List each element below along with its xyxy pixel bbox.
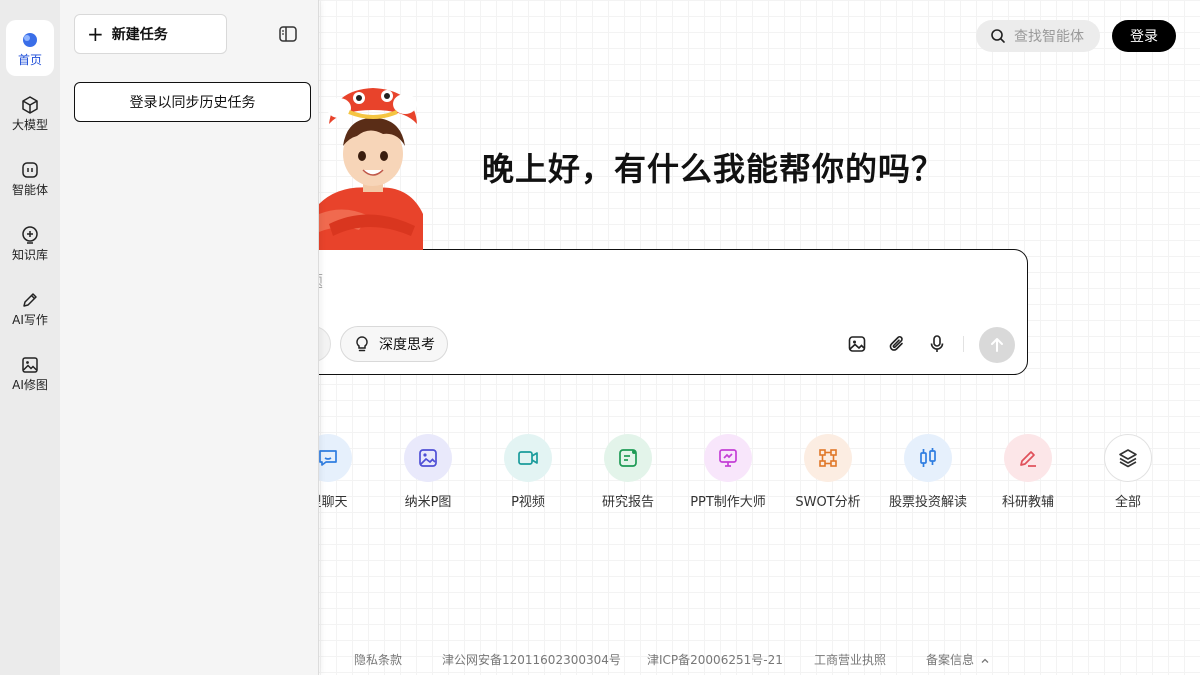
deep-think-label: 深度思考 bbox=[379, 337, 435, 353]
login-button[interactable]: 登录 bbox=[1112, 20, 1176, 52]
shortcut-research-pen[interactable]: 科研教辅 bbox=[978, 434, 1078, 510]
shortcut-icon-circle bbox=[604, 434, 652, 482]
footer-link[interactable]: 津公网安备12011602300304号 bbox=[442, 651, 621, 668]
footer-link[interactable]: 津ICP备20006251号-21 bbox=[647, 651, 783, 668]
photo-edit-icon bbox=[419, 449, 437, 467]
greeting-title: 晚上好，有什么我能帮你的吗？ bbox=[482, 150, 945, 188]
rail-item-home[interactable]: 首页 bbox=[6, 20, 54, 76]
agent-icon bbox=[22, 161, 38, 178]
shortcut-icon-circle bbox=[1104, 434, 1152, 482]
shortcut-label: 研究报告 bbox=[601, 495, 654, 510]
rail-item-knowledge[interactable]: 知识库 bbox=[6, 215, 54, 271]
shortcut-label: 股票投资解读 bbox=[888, 495, 967, 510]
rail-item-label: 知识库 bbox=[11, 247, 48, 262]
shortcut-label: P视频 bbox=[511, 495, 545, 510]
deep-think-button[interactable]: 深度思考 bbox=[340, 326, 448, 362]
rail-item-models[interactable]: 大模型 bbox=[6, 85, 54, 141]
stock-icon bbox=[920, 448, 936, 467]
search-placeholder: 查找智能体 bbox=[1014, 29, 1084, 45]
shortcut-ppt[interactable]: PPT制作大师 bbox=[678, 434, 778, 510]
footer-link-label: 隐私条款 bbox=[354, 653, 403, 667]
image-upload-icon[interactable] bbox=[847, 334, 867, 354]
paperclip-icon[interactable] bbox=[887, 334, 907, 354]
rail-item-label: 大模型 bbox=[11, 117, 48, 132]
footer-link-label: 备案信息 bbox=[926, 653, 975, 667]
rail-item-label: 智能体 bbox=[11, 182, 48, 197]
shortcut-label: SWOT分析 bbox=[795, 495, 861, 510]
rail-item-label: AI写作 bbox=[12, 312, 48, 327]
chevron-up-icon bbox=[974, 653, 990, 667]
layers-icon bbox=[1119, 449, 1137, 468]
microphone-icon[interactable] bbox=[927, 334, 947, 354]
plus-icon: + bbox=[87, 22, 104, 46]
shortcut-stock[interactable]: 股票投资解读 bbox=[878, 434, 978, 510]
send-button[interactable] bbox=[979, 327, 1015, 363]
shortcut-label: PPT制作大师 bbox=[690, 495, 766, 510]
footer-link-label: 津公网安备12011602300304号 bbox=[442, 653, 621, 667]
home-icon bbox=[23, 32, 37, 47]
search-icon bbox=[991, 29, 1005, 43]
sidebar-toggle-icon[interactable] bbox=[278, 24, 298, 44]
login-sync-button[interactable]: 登录以同步历史任务 bbox=[74, 82, 311, 122]
footer-link-label: 津ICP备20006251号-21 bbox=[647, 653, 783, 667]
shortcut-icon-circle bbox=[704, 434, 752, 482]
image-icon bbox=[22, 356, 38, 373]
history-drawer: + 新建任务 登录以同步历史任务 bbox=[60, 0, 319, 675]
report-icon bbox=[619, 449, 637, 467]
footer-link[interactable]: 隐私条款 bbox=[354, 651, 402, 668]
chat-input-box[interactable]: 问题 深度思考 bbox=[250, 249, 1028, 375]
chat-icon bbox=[319, 450, 337, 466]
knowledge-icon bbox=[22, 225, 38, 244]
shortcut-video[interactable]: P视频 bbox=[478, 434, 578, 510]
rail-item-agents[interactable]: 智能体 bbox=[6, 150, 54, 206]
shortcut-photo-edit[interactable]: 纳米P图 bbox=[378, 434, 478, 510]
new-task-button[interactable]: + 新建任务 bbox=[74, 14, 227, 54]
shortcut-icon-circle bbox=[404, 434, 452, 482]
footer-link-label: 工商营业执照 bbox=[814, 653, 887, 667]
shortcut-icon-circle bbox=[1004, 434, 1052, 482]
shortcut-icon-circle bbox=[804, 434, 852, 482]
shortcut-swot[interactable]: SWOT分析 bbox=[778, 434, 878, 510]
footer-link[interactable]: 备案信息 bbox=[926, 651, 990, 668]
shortcut-icon-circle bbox=[504, 434, 552, 482]
video-icon bbox=[518, 451, 538, 465]
rail-item-writing[interactable]: AI写作 bbox=[6, 280, 54, 336]
cube-icon bbox=[22, 95, 38, 114]
new-task-label: 新建任务 bbox=[111, 27, 168, 43]
left-rail: 首页大模型智能体知识库 AI写作 AI修图 bbox=[0, 0, 60, 675]
rail-item-image[interactable]: AI修图 bbox=[6, 345, 54, 401]
arrow-up-icon bbox=[991, 338, 1003, 352]
pen-icon bbox=[23, 292, 37, 307]
rail-item-label: AI修图 bbox=[12, 377, 48, 392]
shortcut-report[interactable]: 研究报告 bbox=[578, 434, 678, 510]
shortcut-label: 纳米P图 bbox=[404, 495, 452, 510]
ppt-icon bbox=[719, 449, 737, 467]
lightbulb-icon bbox=[356, 336, 368, 352]
mascot-illustration bbox=[319, 84, 429, 250]
research-pen-icon bbox=[1020, 451, 1036, 467]
shortcut-label: 全部 bbox=[1114, 495, 1141, 510]
shortcut-icon-circle bbox=[904, 434, 952, 482]
search-agents[interactable]: 查找智能体 bbox=[976, 20, 1100, 52]
rail-item-label: 首页 bbox=[17, 52, 42, 67]
shortcut-label: 科研教辅 bbox=[1001, 495, 1054, 510]
swot-icon bbox=[819, 449, 837, 467]
shortcut-layers[interactable]: 全部 bbox=[1078, 434, 1178, 510]
footer-link[interactable]: 工商营业执照 bbox=[814, 651, 886, 668]
toolbar-divider bbox=[963, 336, 964, 352]
